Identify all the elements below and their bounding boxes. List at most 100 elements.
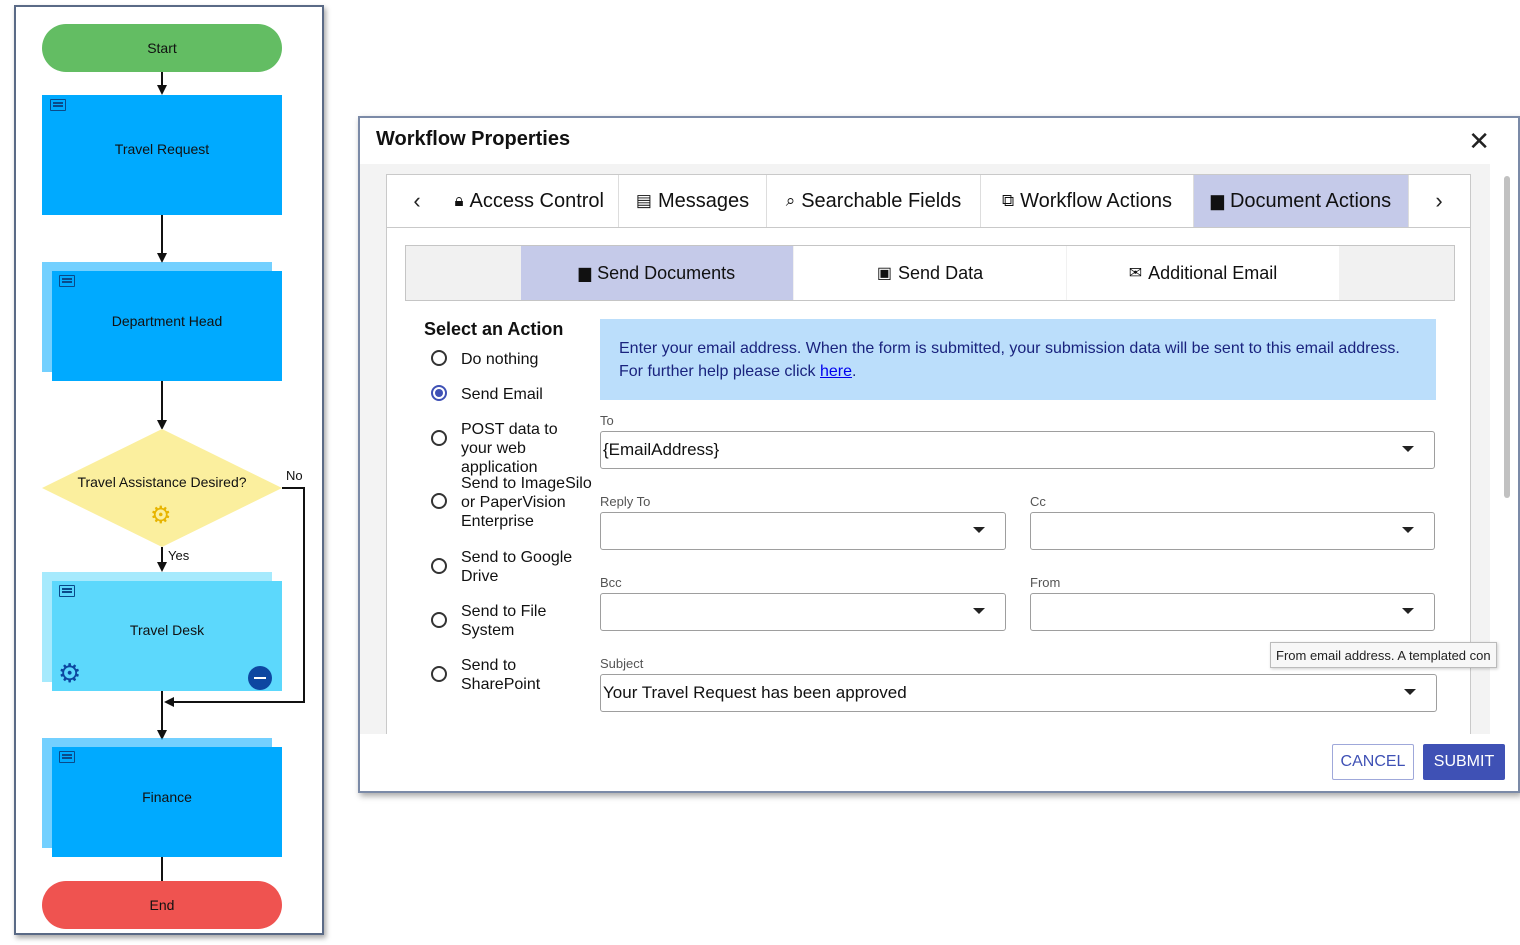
radio-send-to-sharepoint[interactable]: Send to SharePoint (431, 656, 593, 694)
tab-label: Messages (657, 189, 750, 212)
dialog-scrollbar[interactable] (1502, 176, 1512, 736)
chevron-down-icon[interactable] (973, 527, 985, 533)
tab-scroll-right-icon[interactable]: › (1409, 175, 1469, 227)
info-line-1: Enter your email address. When the form … (619, 340, 1400, 357)
info-line-2-suffix: . (852, 363, 857, 380)
settings-gear-icon[interactable]: ⚙ (58, 660, 81, 686)
tab-label: Workflow Actions (1020, 189, 1173, 212)
document-actions-subtabs: ▆ Send Documents ▣ Send Data ✉ Additional E… (405, 245, 1455, 301)
subtab-additional-email[interactable]: ✉ Additional Email (1067, 246, 1339, 300)
cc-field[interactable] (1030, 512, 1435, 550)
chevron-down-icon[interactable] (1404, 689, 1416, 695)
radio-button[interactable] (431, 612, 447, 628)
from-tooltip: From email address. A templated con (1270, 642, 1497, 668)
travel-request-label: Travel Request (114, 141, 210, 157)
tab-searchable-fields[interactable]: ⌕ Searchable Fields (767, 175, 981, 227)
radio-button[interactable] (431, 558, 447, 574)
subject-label: Subject (600, 656, 644, 671)
chevron-down-icon[interactable] (973, 608, 985, 614)
tab-messages[interactable]: ▤ Messages (619, 175, 767, 227)
radio-label: Send to SharePoint (461, 657, 541, 693)
subject-value: Your Travel Request has been approved (603, 683, 907, 702)
info-box: Enter your email address. When the form … (600, 319, 1436, 400)
to-field[interactable]: {EmailAddress} (600, 431, 1435, 469)
remove-circle-icon[interactable] (248, 666, 272, 690)
radio-button[interactable] (431, 666, 447, 682)
radio-label: Send to ImageSilo or PaperVision Enterpr… (461, 475, 592, 530)
mail-icon: ✉ (1128, 265, 1143, 282)
dialog-title: Workflow Properties (376, 128, 571, 150)
close-icon[interactable]: ✕ (1468, 128, 1490, 154)
cc-label: Cc (1030, 494, 1046, 509)
radio-label: Send to Google Drive (461, 549, 573, 585)
subject-field[interactable]: Your Travel Request has been approved (600, 674, 1437, 712)
tab-label: Access Control (469, 189, 605, 212)
submit-button[interactable]: SUBMIT (1423, 744, 1505, 780)
subtab-send-data[interactable]: ▣ Send Data (794, 246, 1066, 300)
subtab-label: Send Documents (597, 262, 736, 283)
radio-button[interactable] (431, 430, 447, 446)
chevron-down-icon[interactable] (1402, 527, 1414, 533)
department-head-label: Department Head (111, 313, 223, 329)
chevron-down-icon[interactable] (1402, 608, 1414, 614)
message-icon: ▤ (635, 191, 652, 210)
properties-tabbar: ‹ 🔒︎ Access Control ▤ Messages ⌕ Searchable… (386, 174, 1471, 228)
tab-access-control[interactable]: 🔒︎ Access Control (447, 175, 619, 227)
radio-send-to-file-system[interactable]: Send to File System (431, 602, 593, 640)
scrollbar-thumb[interactable] (1504, 176, 1510, 498)
tab-workflow-actions[interactable]: ⧉ Workflow Actions (981, 175, 1194, 227)
radio-send-to-imagesilo[interactable]: Send to ImageSilo or PaperVision Enterpr… (431, 474, 593, 531)
radio-label: Do nothing (461, 351, 539, 368)
edge-no-label: No (286, 468, 303, 483)
radio-button[interactable] (431, 350, 447, 366)
dialog-footer: CANCEL SUBMIT (360, 735, 1518, 791)
info-line-2-text: For further help please click (619, 363, 820, 380)
cancel-button[interactable]: CANCEL (1332, 744, 1414, 780)
bcc-label: Bcc (600, 575, 622, 590)
bcc-field[interactable] (600, 593, 1006, 631)
external-link-icon: ⧉ (1001, 191, 1015, 210)
reply-to-label: Reply To (600, 494, 651, 509)
to-label: To (600, 413, 614, 428)
help-link[interactable]: here (820, 363, 852, 380)
form-list-icon (59, 275, 75, 287)
radio-post-data[interactable]: POST data to your web application (431, 420, 593, 477)
select-action-title: Select an Action (424, 319, 564, 339)
gear-icon: ⚙ (150, 502, 172, 529)
document-icon: ▆ (1210, 191, 1224, 210)
from-field[interactable] (1030, 593, 1435, 631)
start-label: Start (147, 40, 177, 56)
workflow-properties-dialog: Workflow Properties ✕ ‹ 🔒︎ Access Control… (358, 116, 1520, 793)
tab-label: Searchable Fields (801, 189, 962, 212)
radio-send-to-google-drive[interactable]: Send to Google Drive (431, 548, 593, 586)
radio-button[interactable] (431, 493, 447, 509)
finance-label: Finance (142, 789, 192, 805)
chevron-down-icon[interactable] (1402, 446, 1414, 452)
subtab-send-documents[interactable]: ▆ Send Documents (521, 246, 793, 300)
form-list-icon (50, 99, 66, 111)
form-list-icon (59, 751, 75, 763)
subtab-label: Additional Email (1148, 262, 1278, 283)
radio-label: Send Email (461, 386, 543, 403)
radio-button[interactable] (431, 385, 447, 401)
from-label: From (1030, 575, 1061, 590)
save-icon: ▣ (876, 265, 893, 282)
reply-to-field[interactable] (600, 512, 1006, 550)
lock-icon: 🔒︎ (454, 191, 464, 210)
edge-yes-label: Yes (168, 548, 190, 563)
tab-label: Document Actions (1229, 189, 1392, 212)
tab-document-actions[interactable]: ▆ Document Actions (1194, 175, 1409, 227)
info-line-2: For further help please click here. (619, 360, 1416, 383)
travel-desk-label: Travel Desk (129, 622, 205, 638)
form-list-icon (59, 585, 75, 597)
search-icon: ⌕ (785, 191, 796, 210)
to-value: {EmailAddress} (603, 440, 720, 459)
radio-send-email[interactable]: Send Email (431, 385, 593, 404)
end-label: End (149, 897, 175, 913)
radio-label: POST data to your web application (461, 421, 558, 476)
document-icon: ▆ (578, 265, 592, 282)
workflow-diagram-panel: Start Travel Request Department Head Tra… (14, 5, 324, 935)
tab-scroll-left-icon[interactable]: ‹ (387, 175, 447, 227)
subtab-label: Send Data (898, 262, 984, 283)
radio-do-nothing[interactable]: Do nothing (431, 350, 593, 369)
